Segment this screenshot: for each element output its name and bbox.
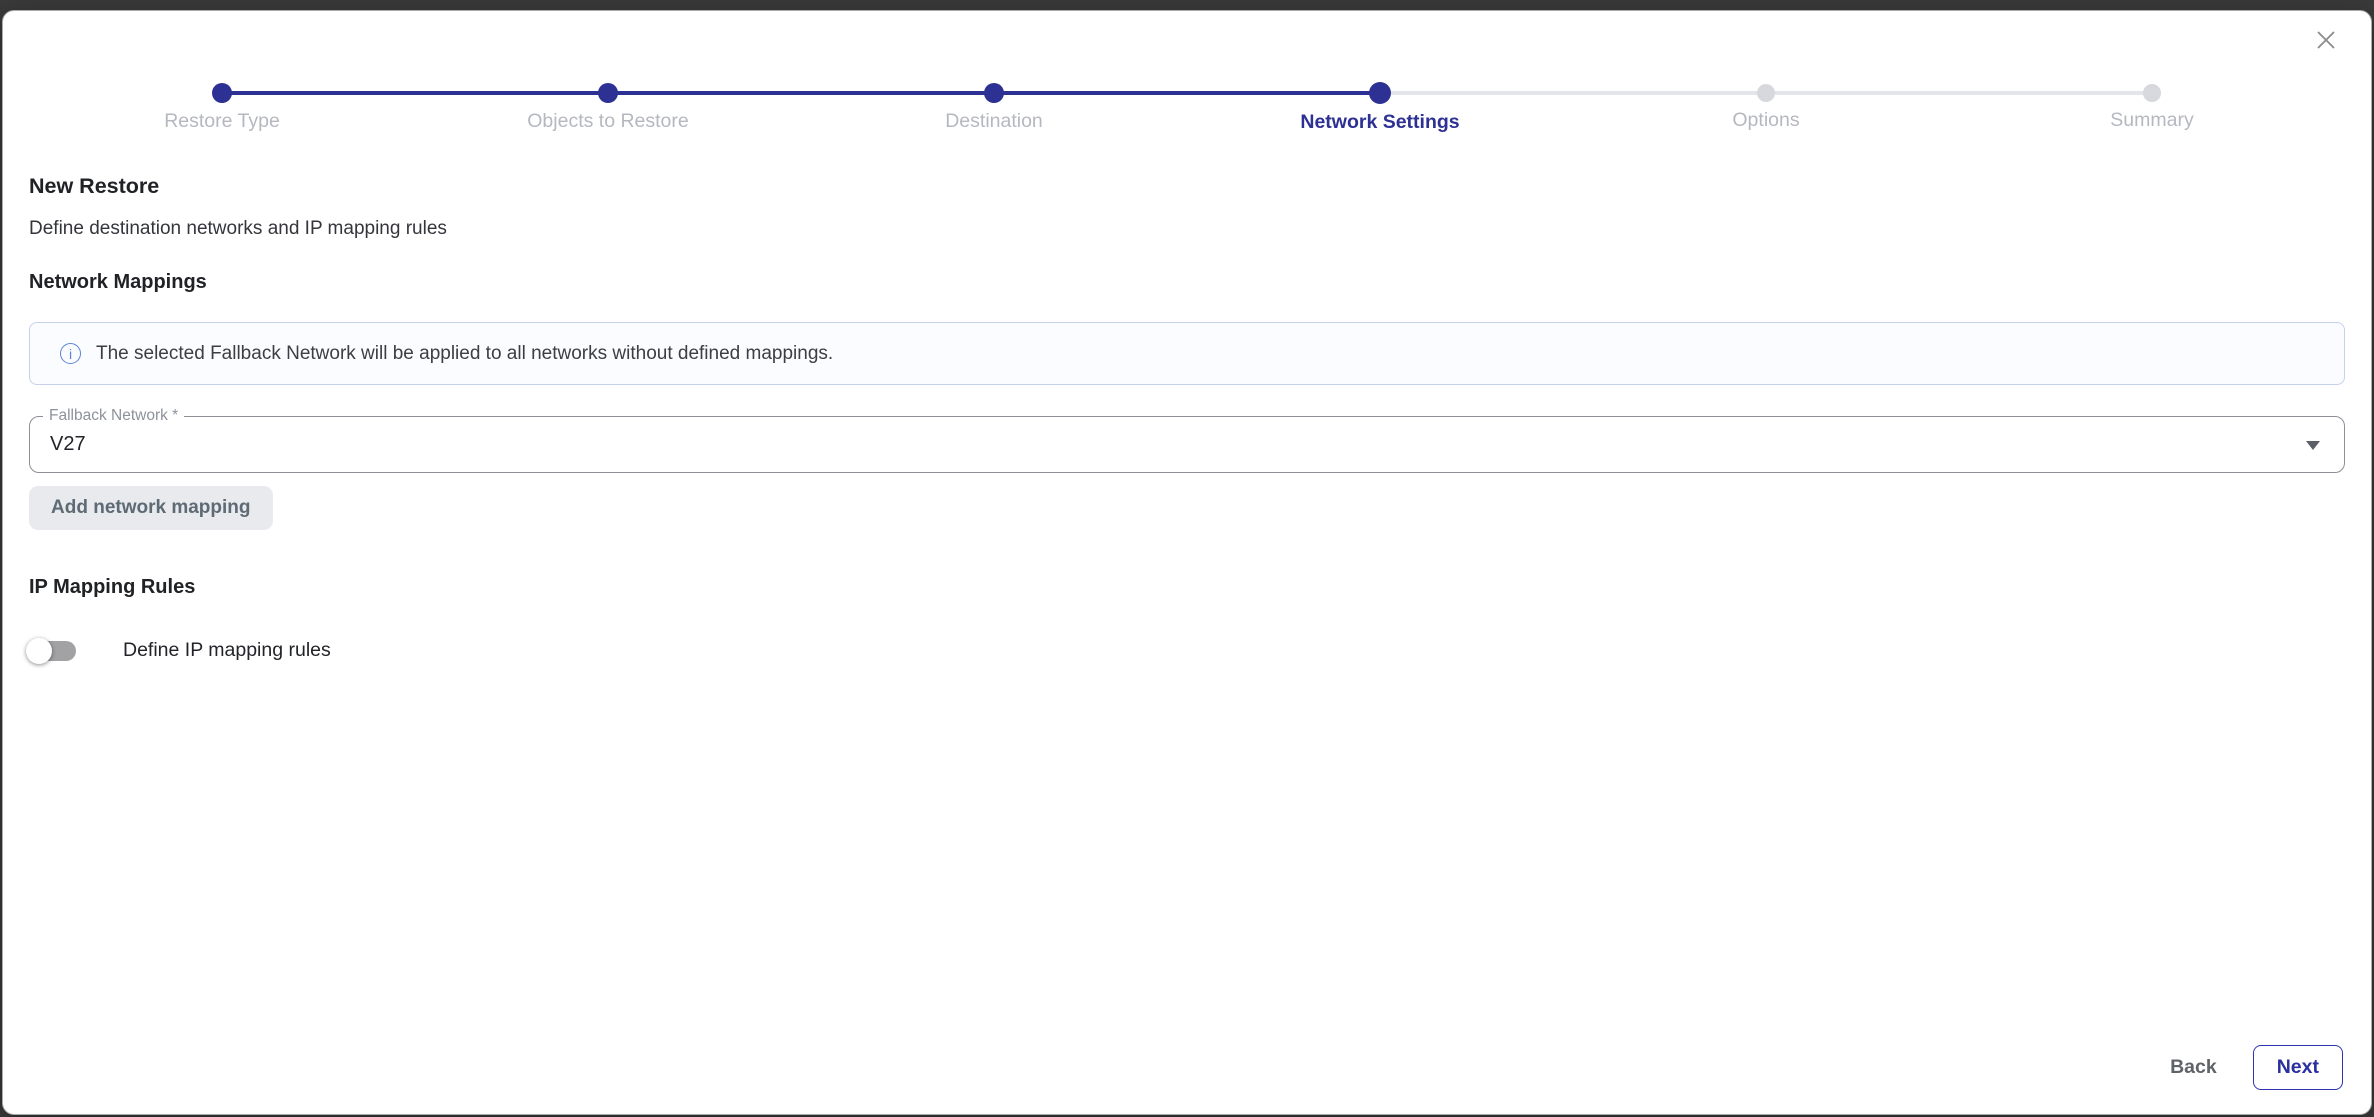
dialog-footer: Back Next — [2156, 1045, 2343, 1090]
stepper-connector — [1573, 91, 1766, 95]
info-banner-text: The selected Fallback Network will be ap… — [96, 343, 833, 365]
add-network-mapping-button[interactable]: Add network mapping — [29, 486, 273, 530]
fallback-network-value: V27 — [50, 433, 86, 456]
step-dot — [984, 83, 1004, 103]
chevron-down-icon — [2306, 441, 2320, 450]
info-icon: i — [60, 343, 81, 364]
back-button[interactable]: Back — [2156, 1046, 2231, 1089]
wizard-stepper: Restore Type Objects to Restore Destinat… — [29, 11, 2345, 134]
step-dot — [1369, 82, 1391, 104]
step-label: Network Settings — [1300, 111, 1459, 134]
stepper-connector — [1380, 91, 1573, 95]
step-dot — [598, 83, 618, 103]
page-title: New Restore — [29, 174, 2345, 199]
step-dot — [212, 83, 232, 103]
stepper-step-objects-to-restore[interactable]: Objects to Restore — [415, 47, 801, 134]
stepper-connector — [1187, 91, 1380, 95]
step-label: Summary — [2110, 109, 2193, 132]
define-ip-mapping-toggle[interactable] — [29, 641, 76, 661]
stepper-connector — [801, 91, 994, 95]
stepper-connector — [1959, 91, 2152, 95]
ip-mapping-toggle-label: Define IP mapping rules — [123, 639, 331, 662]
step-label: Destination — [945, 110, 1043, 133]
stepper-connector — [994, 91, 1187, 95]
page-subtitle: Define destination networks and IP mappi… — [29, 218, 2345, 240]
step-dot — [1757, 84, 1775, 102]
fallback-network-label: Fallback Network * — [43, 407, 184, 425]
network-mappings-heading: Network Mappings — [29, 271, 2345, 294]
stepper-step-destination[interactable]: Destination — [801, 47, 1187, 134]
stepper-connector — [1766, 91, 1959, 95]
toggle-thumb — [26, 638, 52, 664]
stepper-connector — [608, 91, 801, 95]
stepper-step-restore-type[interactable]: Restore Type — [29, 47, 415, 134]
stepper-connector — [222, 91, 415, 95]
new-restore-dialog: Restore Type Objects to Restore Destinat… — [2, 10, 2372, 1115]
dialog-content: New Restore Define destination networks … — [3, 174, 2371, 662]
ip-mapping-rules-heading: IP Mapping Rules — [29, 576, 2345, 599]
step-label: Objects to Restore — [527, 110, 688, 133]
step-label: Options — [1732, 109, 1799, 132]
next-button[interactable]: Next — [2253, 1045, 2343, 1090]
stepper-step-options[interactable]: Options — [1573, 47, 1959, 134]
fallback-network-info-banner: i The selected Fallback Network will be … — [29, 322, 2345, 385]
step-label: Restore Type — [164, 110, 280, 133]
ip-mapping-toggle-row: Define IP mapping rules — [29, 639, 2345, 662]
stepper-step-network-settings[interactable]: Network Settings — [1187, 47, 1573, 134]
step-dot — [2143, 84, 2161, 102]
stepper-step-summary[interactable]: Summary — [1959, 47, 2345, 134]
stepper-connector — [415, 91, 608, 95]
fallback-network-select[interactable]: Fallback Network * V27 — [29, 416, 2345, 473]
